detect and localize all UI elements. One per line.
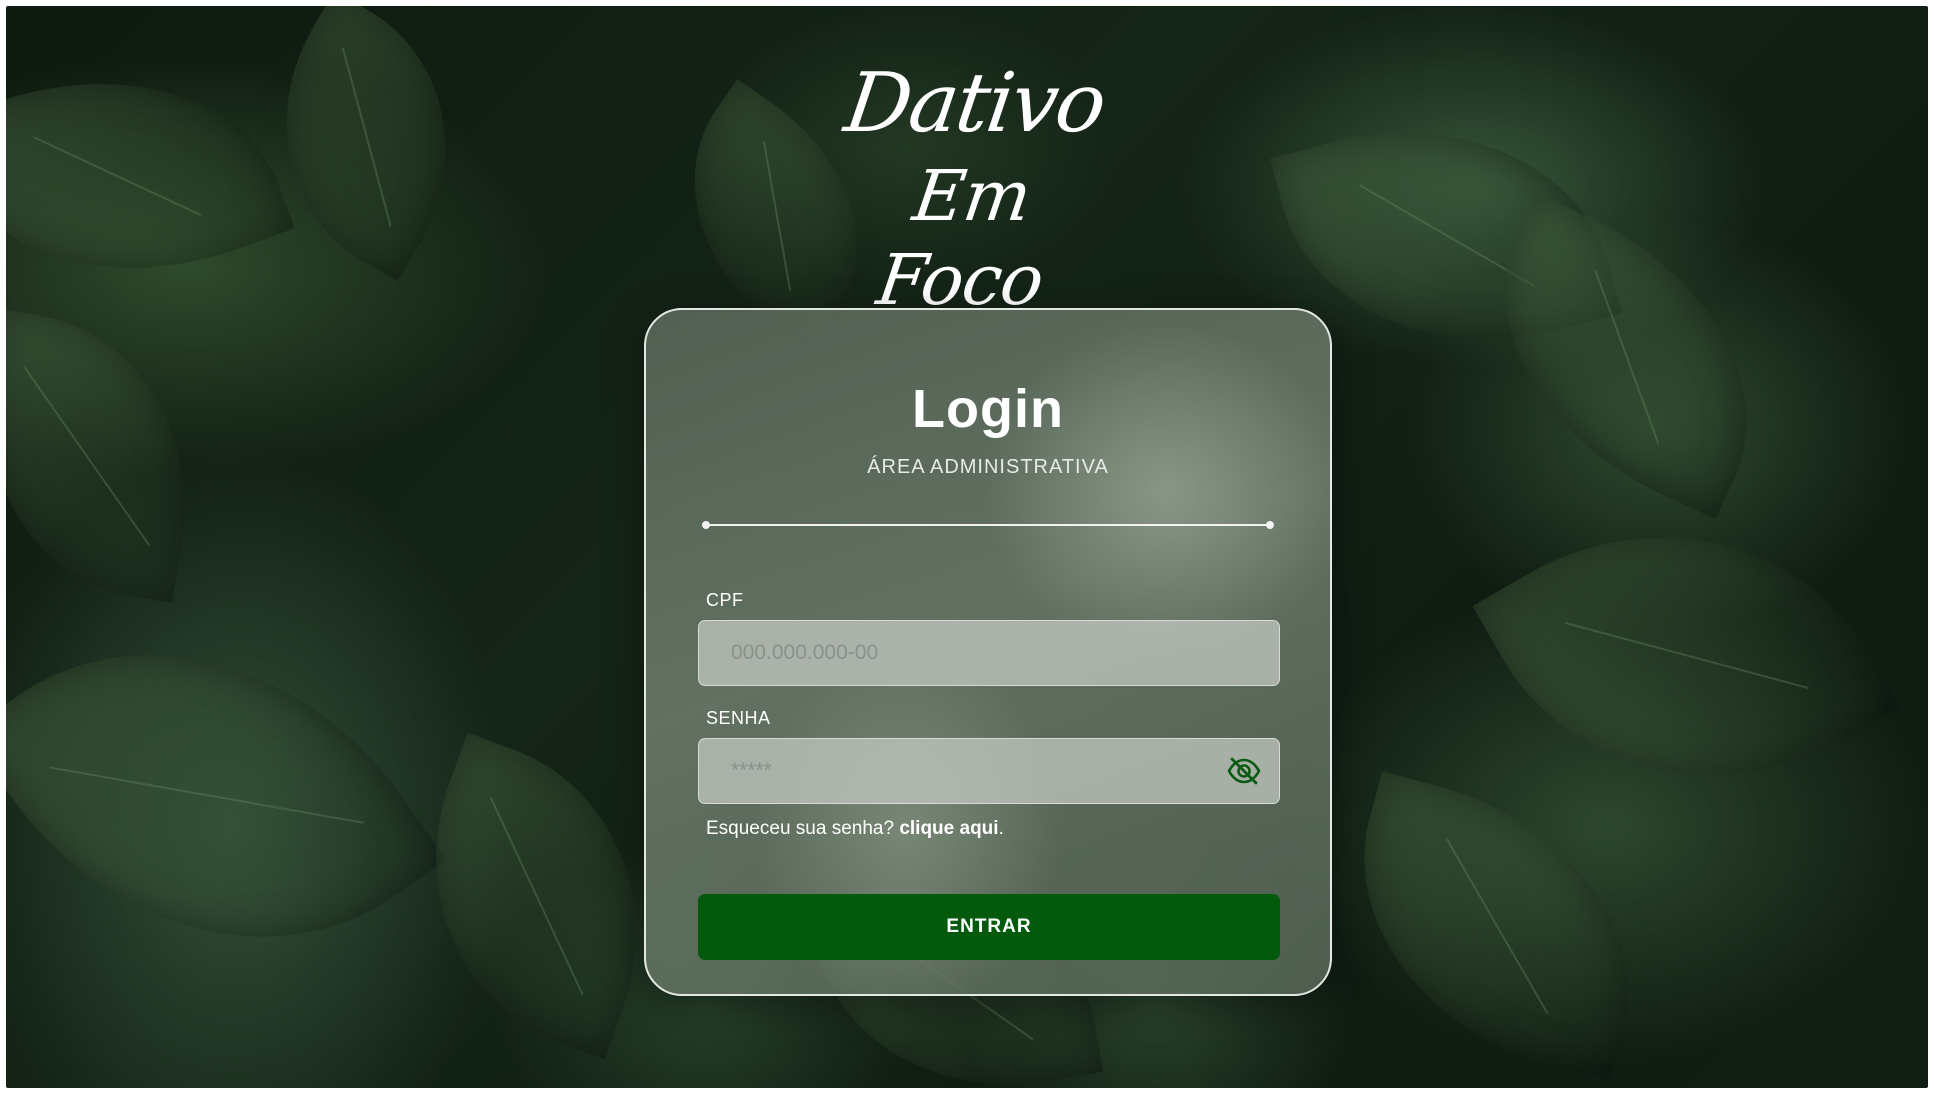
divider (702, 521, 1274, 529)
forgot-password-text: Esqueceu sua senha? clique aqui. (706, 818, 1004, 840)
brand-logo-line2: Em Foco (872, 155, 1048, 321)
cpf-label: CPF (706, 590, 744, 610)
background-leaf (6, 308, 217, 604)
forgot-password-suffix: . (998, 818, 1004, 839)
forgot-password-link[interactable]: clique aqui (899, 818, 998, 839)
brand-logo: Dativo Em Foco (839, 54, 1110, 321)
login-card: Login ÁREA ADMINISTRATIVA CPF SENHA Esqu… (644, 308, 1332, 996)
background-leaf (6, 21, 295, 331)
forgot-password-prefix: Esqueceu sua senha? (706, 818, 895, 839)
background-leaf (6, 548, 447, 1044)
eye-off-icon[interactable] (1226, 756, 1262, 786)
login-subtitle: ÁREA ADMINISTRATIVA (867, 456, 1109, 478)
background-leaf (1320, 771, 1672, 1081)
login-title: Login (912, 379, 1064, 439)
password-input[interactable] (698, 738, 1280, 804)
eye-off-icon-svg (1227, 757, 1261, 785)
password-label: SENHA (706, 708, 771, 728)
login-background: Dativo Em Foco Login ÁREA ADMINISTRATIVA… (6, 6, 1928, 1088)
login-submit-button[interactable]: ENTRAR (698, 894, 1280, 960)
background-leaf (224, 6, 508, 282)
brand-logo-line1: Dativo (839, 56, 1111, 151)
background-leaf (1472, 446, 1900, 866)
cpf-input[interactable] (698, 620, 1280, 686)
